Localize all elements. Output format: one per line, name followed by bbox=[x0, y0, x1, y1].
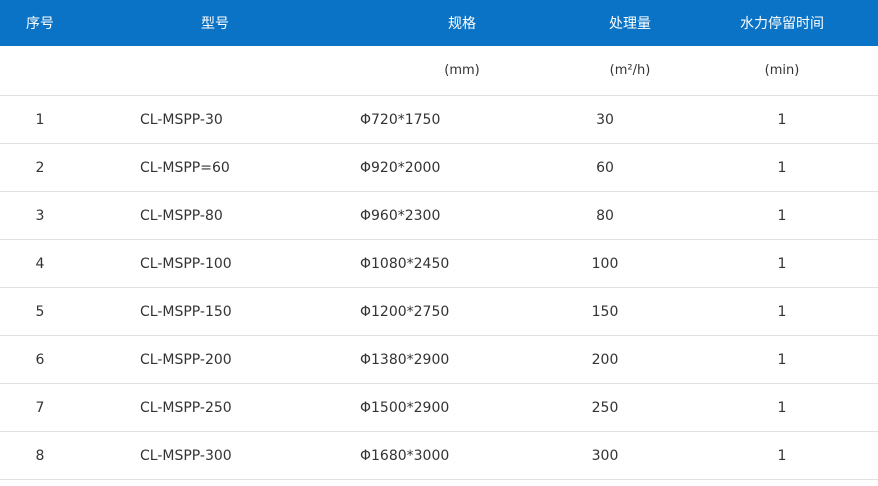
cell-capacity: 100 bbox=[591, 255, 619, 272]
cell-model: CL-MSPP=60 bbox=[140, 159, 230, 176]
cell-index: 5 bbox=[35, 303, 45, 320]
cell-capacity: 30 bbox=[596, 111, 614, 128]
table-row: 3 CL-MSPP-80 Φ960*2300 80 1 bbox=[0, 192, 878, 240]
cell-spec: Φ1500*2900 bbox=[360, 399, 450, 416]
cell-model: CL-MSPP-150 bbox=[140, 303, 232, 320]
cell-capacity: 200 bbox=[591, 351, 619, 368]
cell-index: 6 bbox=[35, 351, 45, 368]
cell-retention-time: 1 bbox=[777, 399, 787, 416]
cell-spec: Φ920*2000 bbox=[360, 159, 441, 176]
header-index: 序号 bbox=[26, 16, 54, 32]
cell-retention-time: 1 bbox=[777, 255, 787, 272]
cell-index: 3 bbox=[35, 207, 45, 224]
cell-index: 7 bbox=[35, 399, 45, 416]
cell-model: CL-MSPP-200 bbox=[140, 351, 232, 368]
cell-model: CL-MSPP-300 bbox=[140, 447, 232, 464]
cell-model: CL-MSPP-80 bbox=[140, 207, 223, 224]
cell-retention-time: 1 bbox=[777, 159, 787, 176]
cell-retention-time: 1 bbox=[777, 303, 787, 320]
cell-spec: Φ1680*3000 bbox=[360, 447, 450, 464]
cell-index: 1 bbox=[35, 111, 45, 128]
cell-spec: Φ1080*2450 bbox=[360, 255, 450, 272]
header-spec: 规格 bbox=[448, 16, 476, 32]
cell-retention-time: 1 bbox=[777, 447, 787, 464]
table-header: 序号 型号 规格 处理量 水力停留时间 bbox=[0, 0, 878, 46]
cell-model: CL-MSPP-100 bbox=[140, 255, 232, 272]
cell-index: 8 bbox=[35, 447, 45, 464]
table-row: 5 CL-MSPP-150 Φ1200*2750 150 1 bbox=[0, 288, 878, 336]
cell-index: 2 bbox=[35, 159, 45, 176]
header-retention-time: 水力停留时间 bbox=[740, 16, 824, 32]
cell-capacity: 60 bbox=[596, 159, 614, 176]
cell-spec: Φ1380*2900 bbox=[360, 351, 450, 368]
header-capacity: 处理量 bbox=[609, 16, 651, 32]
unit-capacity: (m²/h) bbox=[609, 63, 651, 78]
cell-capacity: 300 bbox=[591, 447, 619, 464]
cell-index: 4 bbox=[35, 255, 45, 272]
unit-retention-time: (min) bbox=[764, 63, 800, 78]
table-row: 1 CL-MSPP-30 Φ720*1750 30 1 bbox=[0, 96, 878, 144]
cell-spec: Φ720*1750 bbox=[360, 111, 441, 128]
cell-retention-time: 1 bbox=[777, 207, 787, 224]
table-row: 6 CL-MSPP-200 Φ1380*2900 200 1 bbox=[0, 336, 878, 384]
cell-model: CL-MSPP-250 bbox=[140, 399, 232, 416]
cell-capacity: 250 bbox=[591, 399, 619, 416]
table-row: 7 CL-MSPP-250 Φ1500*2900 250 1 bbox=[0, 384, 878, 432]
spec-table: 序号 型号 规格 处理量 水力停留时间 (mm) (m²/h) (min) 1 … bbox=[0, 0, 878, 480]
cell-capacity: 80 bbox=[596, 207, 614, 224]
cell-capacity: 150 bbox=[591, 303, 619, 320]
cell-retention-time: 1 bbox=[777, 111, 787, 128]
cell-model: CL-MSPP-30 bbox=[140, 111, 223, 128]
header-model: 型号 bbox=[201, 16, 229, 32]
units-row: (mm) (m²/h) (min) bbox=[0, 46, 878, 96]
unit-spec: (mm) bbox=[444, 63, 480, 78]
table-row: 8 CL-MSPP-300 Φ1680*3000 300 1 bbox=[0, 432, 878, 480]
table-row: 2 CL-MSPP=60 Φ920*2000 60 1 bbox=[0, 144, 878, 192]
table-row: 4 CL-MSPP-100 Φ1080*2450 100 1 bbox=[0, 240, 878, 288]
cell-spec: Φ1200*2750 bbox=[360, 303, 450, 320]
cell-spec: Φ960*2300 bbox=[360, 207, 441, 224]
cell-retention-time: 1 bbox=[777, 351, 787, 368]
